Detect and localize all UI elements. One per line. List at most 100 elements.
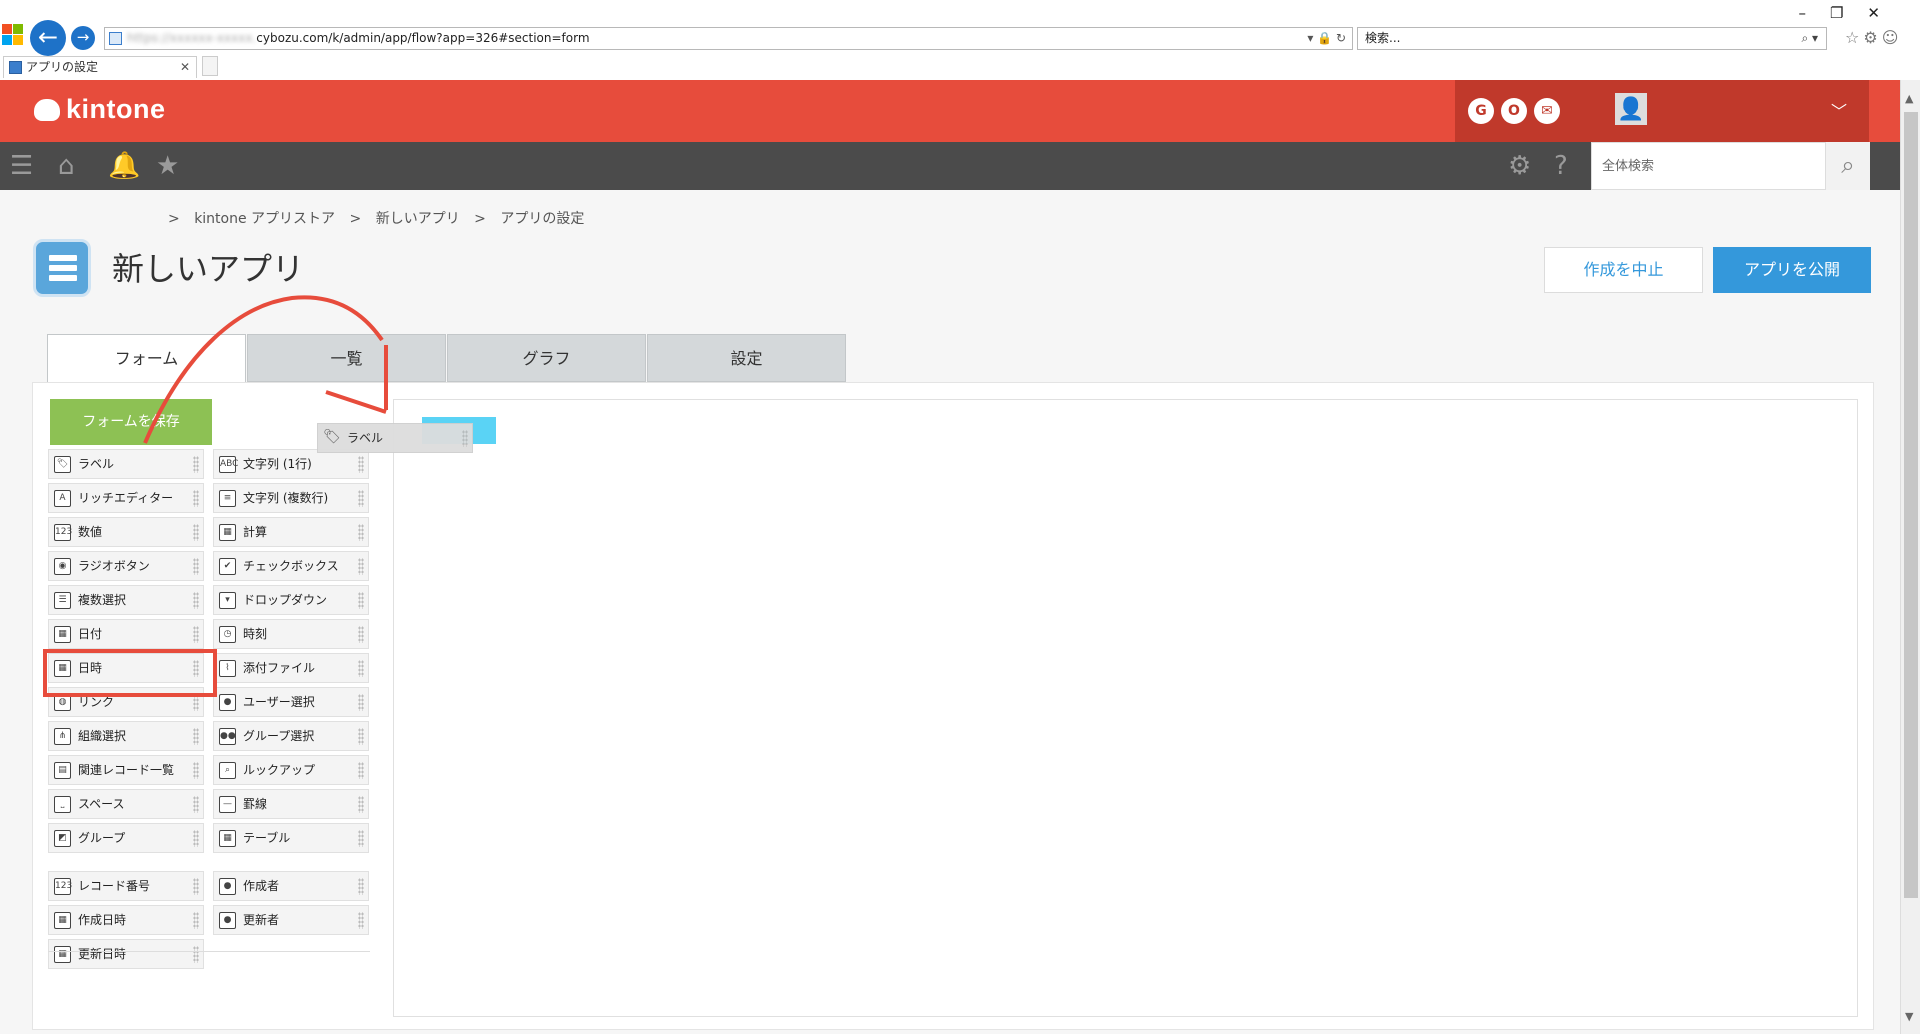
calendar-icon: ▦ <box>54 946 71 963</box>
palette-item-paperclip[interactable]: ⌇ 添付ファイル <box>213 653 369 683</box>
drag-handle-icon[interactable] <box>358 592 364 609</box>
new-tab-button[interactable] <box>202 56 218 76</box>
drag-handle-icon[interactable] <box>358 558 364 575</box>
tab-settings[interactable]: 設定 <box>647 334 846 382</box>
palette-item-user[interactable]: ● ユーザー選択 <box>213 687 369 717</box>
gear-icon[interactable]: ⚙ <box>1508 150 1531 182</box>
palette-item-label: チェックボックス <box>243 559 339 573</box>
drag-handle-icon[interactable] <box>193 830 199 847</box>
chevron-down-icon[interactable]: ▼ <box>1905 1010 1913 1023</box>
global-search-input[interactable]: 全体検索 <box>1591 142 1826 190</box>
drag-handle-icon[interactable] <box>358 660 364 677</box>
drag-handle-icon[interactable] <box>358 878 364 895</box>
chevron-down-icon[interactable]: ﹀ <box>1831 98 1847 122</box>
group-icon: ◩ <box>54 830 71 847</box>
palette-item-calendar[interactable]: ▦ 更新日時 <box>48 939 204 969</box>
garoon-icon[interactable]: G <box>1468 98 1494 124</box>
drag-handle-icon[interactable] <box>358 830 364 847</box>
palette-item-lookup[interactable]: ⌕ ルックアップ <box>213 755 369 785</box>
org-icon: ⋔ <box>54 728 71 745</box>
bell-icon[interactable]: 🔔 <box>108 150 140 182</box>
drag-handle-icon[interactable] <box>193 878 199 895</box>
palette-item-checkbox[interactable]: ✔ チェックボックス <box>213 551 369 581</box>
search-icon[interactable]: ⌕ ▾ <box>1801 28 1818 49</box>
space-icon: ⎵ <box>54 796 71 813</box>
paperclip-icon: ⌇ <box>219 660 236 677</box>
palette-item-radio[interactable]: ◉ ラジオボタン <box>48 551 204 581</box>
drag-handle-icon[interactable] <box>358 796 364 813</box>
palette-item-number[interactable]: 123 数値 <box>48 517 204 547</box>
user-menu[interactable]: 👤 ﹀ <box>1590 80 1869 142</box>
palette-item-number[interactable]: 123 レコード番号 <box>48 871 204 901</box>
back-button[interactable]: ← <box>30 20 66 56</box>
palette-item-user[interactable]: ● 更新者 <box>213 905 369 935</box>
palette-item-multi-select[interactable]: ☰ 複数選択 <box>48 585 204 615</box>
drag-handle-icon[interactable] <box>358 626 364 643</box>
drag-handle-icon[interactable] <box>193 524 199 541</box>
home-icon[interactable]: ⌂ <box>58 150 75 182</box>
window-controls[interactable]: –❐✕ <box>1798 4 1904 22</box>
drag-handle-icon[interactable] <box>193 490 199 507</box>
drag-handle-icon[interactable] <box>193 626 199 643</box>
drag-arrow <box>143 295 388 444</box>
tab-graph[interactable]: グラフ <box>447 334 646 382</box>
palette-item-space[interactable]: ⎵ スペース <box>48 789 204 819</box>
forward-button[interactable]: → <box>71 26 95 50</box>
drag-handle-icon[interactable] <box>193 912 199 929</box>
palette-item-group[interactable]: ◩ グループ <box>48 823 204 853</box>
palette-item-rich-text[interactable]: A リッチエディター <box>48 483 204 513</box>
palette-item-clock[interactable]: ◷ 時刻 <box>213 619 369 649</box>
address-tools-icon[interactable]: ▾ 🔒 ↻ <box>1307 28 1346 49</box>
multiline-icon: ≡ <box>219 490 236 507</box>
palette-item-user[interactable]: ● 作成者 <box>213 871 369 901</box>
browser-tool-icons[interactable]: ☆⚙☺ <box>1845 28 1902 47</box>
palette-item-label: 更新者 <box>243 913 280 927</box>
palette-item-users[interactable]: ●● グループ選択 <box>213 721 369 751</box>
drag-handle-icon[interactable] <box>193 592 199 609</box>
drag-handle-icon[interactable] <box>462 430 468 447</box>
avatar[interactable]: 👤 <box>1615 93 1647 125</box>
drag-handle-icon[interactable] <box>193 946 199 963</box>
drag-handle-icon[interactable] <box>358 762 364 779</box>
office-icon[interactable]: O <box>1501 98 1527 124</box>
address-bar[interactable]: https://xxxxxx-xxxxx.cybozu.com/k/admin/… <box>104 27 1353 50</box>
drag-handle-icon[interactable] <box>193 728 199 745</box>
mail-icon[interactable]: ✉ <box>1534 98 1560 124</box>
palette-item-calendar[interactable]: ▦ 作成日時 <box>48 905 204 935</box>
drag-handle-icon[interactable] <box>358 490 364 507</box>
close-tab-icon[interactable]: ✕ <box>180 57 190 77</box>
user-icon: ● <box>219 694 236 711</box>
palette-item-line[interactable]: — 罫線 <box>213 789 369 819</box>
palette-item-multiline[interactable]: ≡ 文字列 (複数行) <box>213 483 369 513</box>
publish-app-button[interactable]: アプリを公開 <box>1713 247 1871 293</box>
palette-item-calculator[interactable]: ▦ 計算 <box>213 517 369 547</box>
drag-handle-icon[interactable] <box>193 558 199 575</box>
palette-item-label: 文字列 (複数行) <box>243 491 329 505</box>
drag-handle-icon[interactable] <box>358 728 364 745</box>
drag-handle-icon[interactable] <box>358 694 364 711</box>
palette-item-dropdown[interactable]: ▾ ドロップダウン <box>213 585 369 615</box>
browser-tab[interactable]: アプリの設定 ✕ <box>3 56 197 78</box>
palette-item-table[interactable]: ▦ テーブル <box>213 823 369 853</box>
drag-handle-icon[interactable] <box>193 796 199 813</box>
page-body: > kintone アプリストア > 新しいアプリ > アプリの設定 新しいアプ… <box>0 190 1900 1034</box>
drag-handle-icon[interactable] <box>358 524 364 541</box>
page-scrollbar[interactable]: ▲ ▼ <box>1900 80 1920 1034</box>
palette-item-org[interactable]: ⋔ 組織選択 <box>48 721 204 751</box>
palette-item-calendar[interactable]: ▦ 日付 <box>48 619 204 649</box>
cancel-creation-button[interactable]: 作成を中止 <box>1544 247 1703 293</box>
kintone-logo[interactable]: kintone <box>34 94 166 125</box>
header-app-links: G O ✉ <box>1455 80 1590 142</box>
lookup-icon: ⌕ <box>219 762 236 779</box>
scrollbar-thumb[interactable] <box>1904 112 1918 898</box>
drag-handle-icon[interactable] <box>358 912 364 929</box>
star-icon[interactable]: ★ <box>156 150 179 182</box>
menu-icon[interactable]: ☰ <box>10 150 33 182</box>
drag-handle-icon[interactable] <box>193 762 199 779</box>
palette-item-related-records[interactable]: ▤ 関連レコード一覧 <box>48 755 204 785</box>
form-canvas[interactable] <box>393 399 1858 1017</box>
help-icon[interactable]: ? <box>1554 150 1568 182</box>
browser-search-input[interactable]: 検索... ⌕ ▾ <box>1357 27 1827 50</box>
chevron-up-icon[interactable]: ▲ <box>1905 92 1913 105</box>
search-icon[interactable]: ⌕ <box>1826 142 1870 190</box>
